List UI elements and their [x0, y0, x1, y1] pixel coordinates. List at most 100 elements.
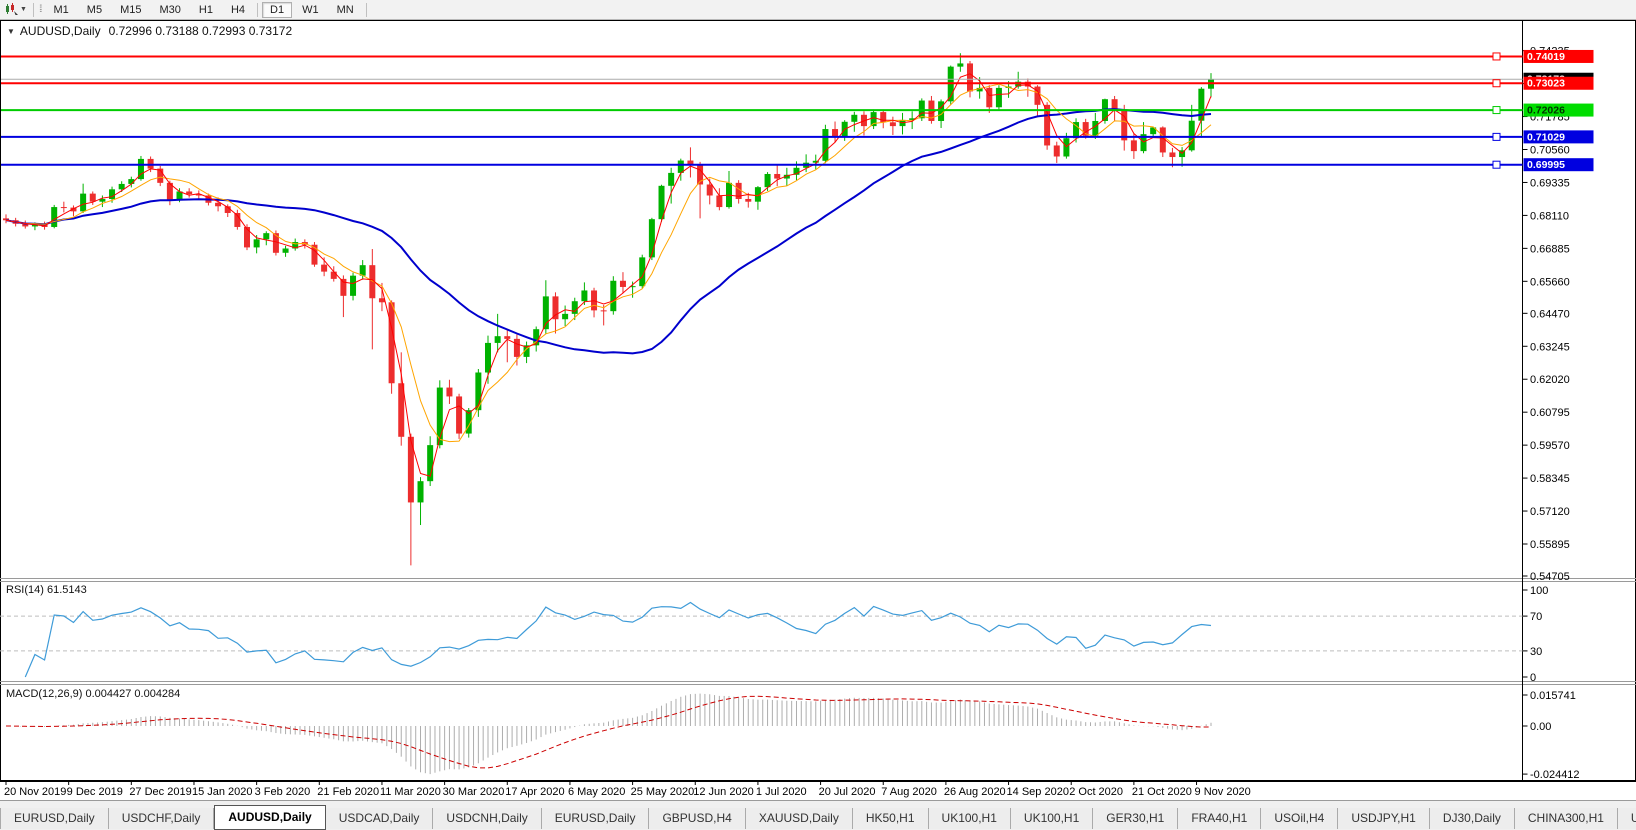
timeframe-button-w1[interactable]: W1 — [294, 2, 327, 18]
date-label: 20 Nov 2019 — [4, 786, 66, 798]
tab-china300-h1[interactable]: CHINA300,H1 — [1515, 808, 1618, 829]
price-tick: 0.63245 — [1530, 341, 1570, 353]
chart-symbol-label: AUDUSD,Daily — [20, 24, 101, 38]
timeframe-button-d1[interactable]: D1 — [262, 2, 292, 18]
tab-hk50-h1[interactable]: HK50,H1 — [853, 808, 929, 829]
date-label: 3 Feb 2020 — [255, 786, 311, 798]
rsi-line — [25, 603, 1211, 678]
hline-handle — [1493, 133, 1500, 140]
tab-usoil-h4[interactable]: USOil,H4 — [1261, 808, 1338, 829]
date-label: 7 Aug 2020 — [881, 786, 937, 798]
price-tick: 0.65660 — [1530, 276, 1570, 288]
date-label: 25 May 2020 — [631, 786, 695, 798]
hline-handle — [1493, 161, 1500, 168]
hline-handle — [1493, 80, 1500, 87]
svg-text:0.015741: 0.015741 — [1530, 690, 1576, 702]
date-label: 20 Jul 2020 — [819, 786, 876, 798]
tab-audusd-daily[interactable]: AUDUSD,Daily — [214, 805, 325, 830]
chart-frame — [1, 21, 1636, 781]
candles — [3, 53, 1214, 565]
date-label: 6 May 2020 — [568, 786, 625, 798]
price-tick: 0.57120 — [1530, 506, 1570, 518]
rsi-indicator-label: RSI(14) 61.5143 — [6, 584, 87, 596]
timeframe-button-m30[interactable]: M30 — [151, 2, 188, 18]
svg-text:0.72026: 0.72026 — [1527, 105, 1565, 117]
price-tick: 0.58345 — [1530, 473, 1570, 485]
dropdown-arrow-icon[interactable]: ▼ — [20, 6, 27, 13]
svg-text:0: 0 — [1530, 672, 1536, 684]
date-label: 12 Jun 2020 — [693, 786, 754, 798]
toolbar-grip[interactable]: ⁞⁞ — [39, 4, 41, 15]
date-label: 9 Nov 2020 — [1195, 786, 1251, 798]
date-label: 1 Jul 2020 — [756, 786, 807, 798]
price-tick: 0.60795 — [1530, 407, 1570, 419]
svg-text:70: 70 — [1530, 611, 1542, 623]
svg-text:0.00: 0.00 — [1530, 721, 1551, 733]
toolbar-separator — [366, 3, 367, 17]
svg-text:0.69995: 0.69995 — [1527, 159, 1565, 171]
svg-text:0.73023: 0.73023 — [1527, 78, 1565, 90]
timeframe-button-h4[interactable]: H4 — [223, 2, 253, 18]
date-label: 2 Oct 2020 — [1069, 786, 1123, 798]
svg-text:100: 100 — [1530, 585, 1548, 597]
date-label: 15 Jan 2020 — [192, 786, 253, 798]
date-label: 21 Oct 2020 — [1132, 786, 1192, 798]
price-tick: 0.70560 — [1530, 145, 1570, 157]
timeframe-button-m15[interactable]: M15 — [112, 2, 149, 18]
tab-dj30-daily[interactable]: DJ30,Daily — [1430, 808, 1515, 829]
tab-usdchf-daily[interactable]: USDCHF,Daily — [109, 808, 215, 829]
macd-signal-line — [6, 696, 1211, 768]
date-label: 26 Aug 2020 — [944, 786, 1006, 798]
timeframe-button-m1[interactable]: M1 — [46, 2, 77, 18]
svg-text:0.74019: 0.74019 — [1527, 51, 1565, 63]
tab-usdjpy-h1[interactable]: USDJPY,H1 — [1338, 808, 1429, 829]
timeframe-button-group: M1M5M15M30H1H4 D1W1MN — [45, 2, 370, 18]
tab-usoil-h1[interactable]: USOil,H1 — [1618, 808, 1636, 829]
macd-indicator-label: MACD(12,26,9) 0.004427 0.004284 — [6, 688, 180, 700]
chart-tool-icon[interactable] — [3, 3, 19, 17]
slow-ma — [6, 109, 1211, 353]
chart-ohlc-values: 0.72996 0.73188 0.72993 0.73172 — [109, 24, 293, 38]
price-tick: 0.69335 — [1530, 177, 1570, 189]
horizontal-lines — [1, 53, 1523, 168]
timeframe-button-mn[interactable]: MN — [329, 2, 362, 18]
hline-handle — [1493, 107, 1500, 114]
svg-text:0.71029: 0.71029 — [1527, 131, 1565, 143]
tab-gbpusd-h4[interactable]: GBPUSD,H4 — [649, 808, 745, 829]
date-axis: 20 Nov 20199 Dec 2019 27 Dec 201915 Jan 2… — [4, 781, 1251, 798]
date-label: 21 Feb 2020 — [317, 786, 379, 798]
price-tick: 0.64470 — [1530, 308, 1570, 320]
svg-text:-0.024412: -0.024412 — [1530, 769, 1580, 781]
tab-fra40-h1[interactable]: FRA40,H1 — [1178, 808, 1261, 829]
tab-eurusd-daily[interactable]: EURUSD,Daily — [542, 808, 650, 829]
timeframe-button-h1[interactable]: H1 — [191, 2, 221, 18]
macd-histogram — [6, 694, 1211, 774]
price-tick: 0.54705 — [1530, 571, 1570, 583]
date-label: 9 Dec 2019 — [67, 786, 123, 798]
date-label: 27 Dec 2019 — [129, 786, 191, 798]
tab-uk100-h1[interactable]: UK100,H1 — [929, 808, 1011, 829]
collapse-triangle-icon[interactable]: ▼ — [7, 27, 15, 36]
tab-usdcnh-daily[interactable]: USDCNH,Daily — [433, 808, 541, 829]
timeframe-button-m5[interactable]: M5 — [79, 2, 110, 18]
price-tick: 0.62020 — [1530, 374, 1570, 386]
hline-handle — [1493, 53, 1500, 60]
price-tick: 0.68110 — [1530, 210, 1569, 222]
tab-usdcad-daily[interactable]: USDCAD,Daily — [326, 808, 434, 829]
date-label: 30 Mar 2020 — [443, 786, 505, 798]
tab-uk100-h1[interactable]: UK100,H1 — [1011, 808, 1093, 829]
toolbar-separator — [257, 3, 258, 17]
chart-window-title: ▼ AUDUSD,Daily 0.72996 0.73188 0.72993 0.7… — [7, 24, 292, 38]
svg-text:30: 30 — [1530, 646, 1542, 658]
date-label: 11 Mar 2020 — [380, 786, 441, 798]
fast-ma — [6, 74, 1211, 476]
price-tick: 0.66885 — [1530, 243, 1570, 255]
date-label: 14 Sep 2020 — [1007, 786, 1069, 798]
tab-eurusd-daily[interactable]: EURUSD,Daily — [0, 808, 109, 829]
price-chart-canvas[interactable]: 0.742350.730100.717850.705600.693350.681… — [0, 0, 1636, 800]
tab-ger30-h1[interactable]: GER30,H1 — [1093, 808, 1178, 829]
date-label: 17 Apr 2020 — [505, 786, 564, 798]
toolbar-separator — [33, 3, 34, 17]
price-tick: 0.55895 — [1530, 539, 1570, 551]
tab-xauusd-daily[interactable]: XAUUSD,Daily — [746, 808, 853, 829]
